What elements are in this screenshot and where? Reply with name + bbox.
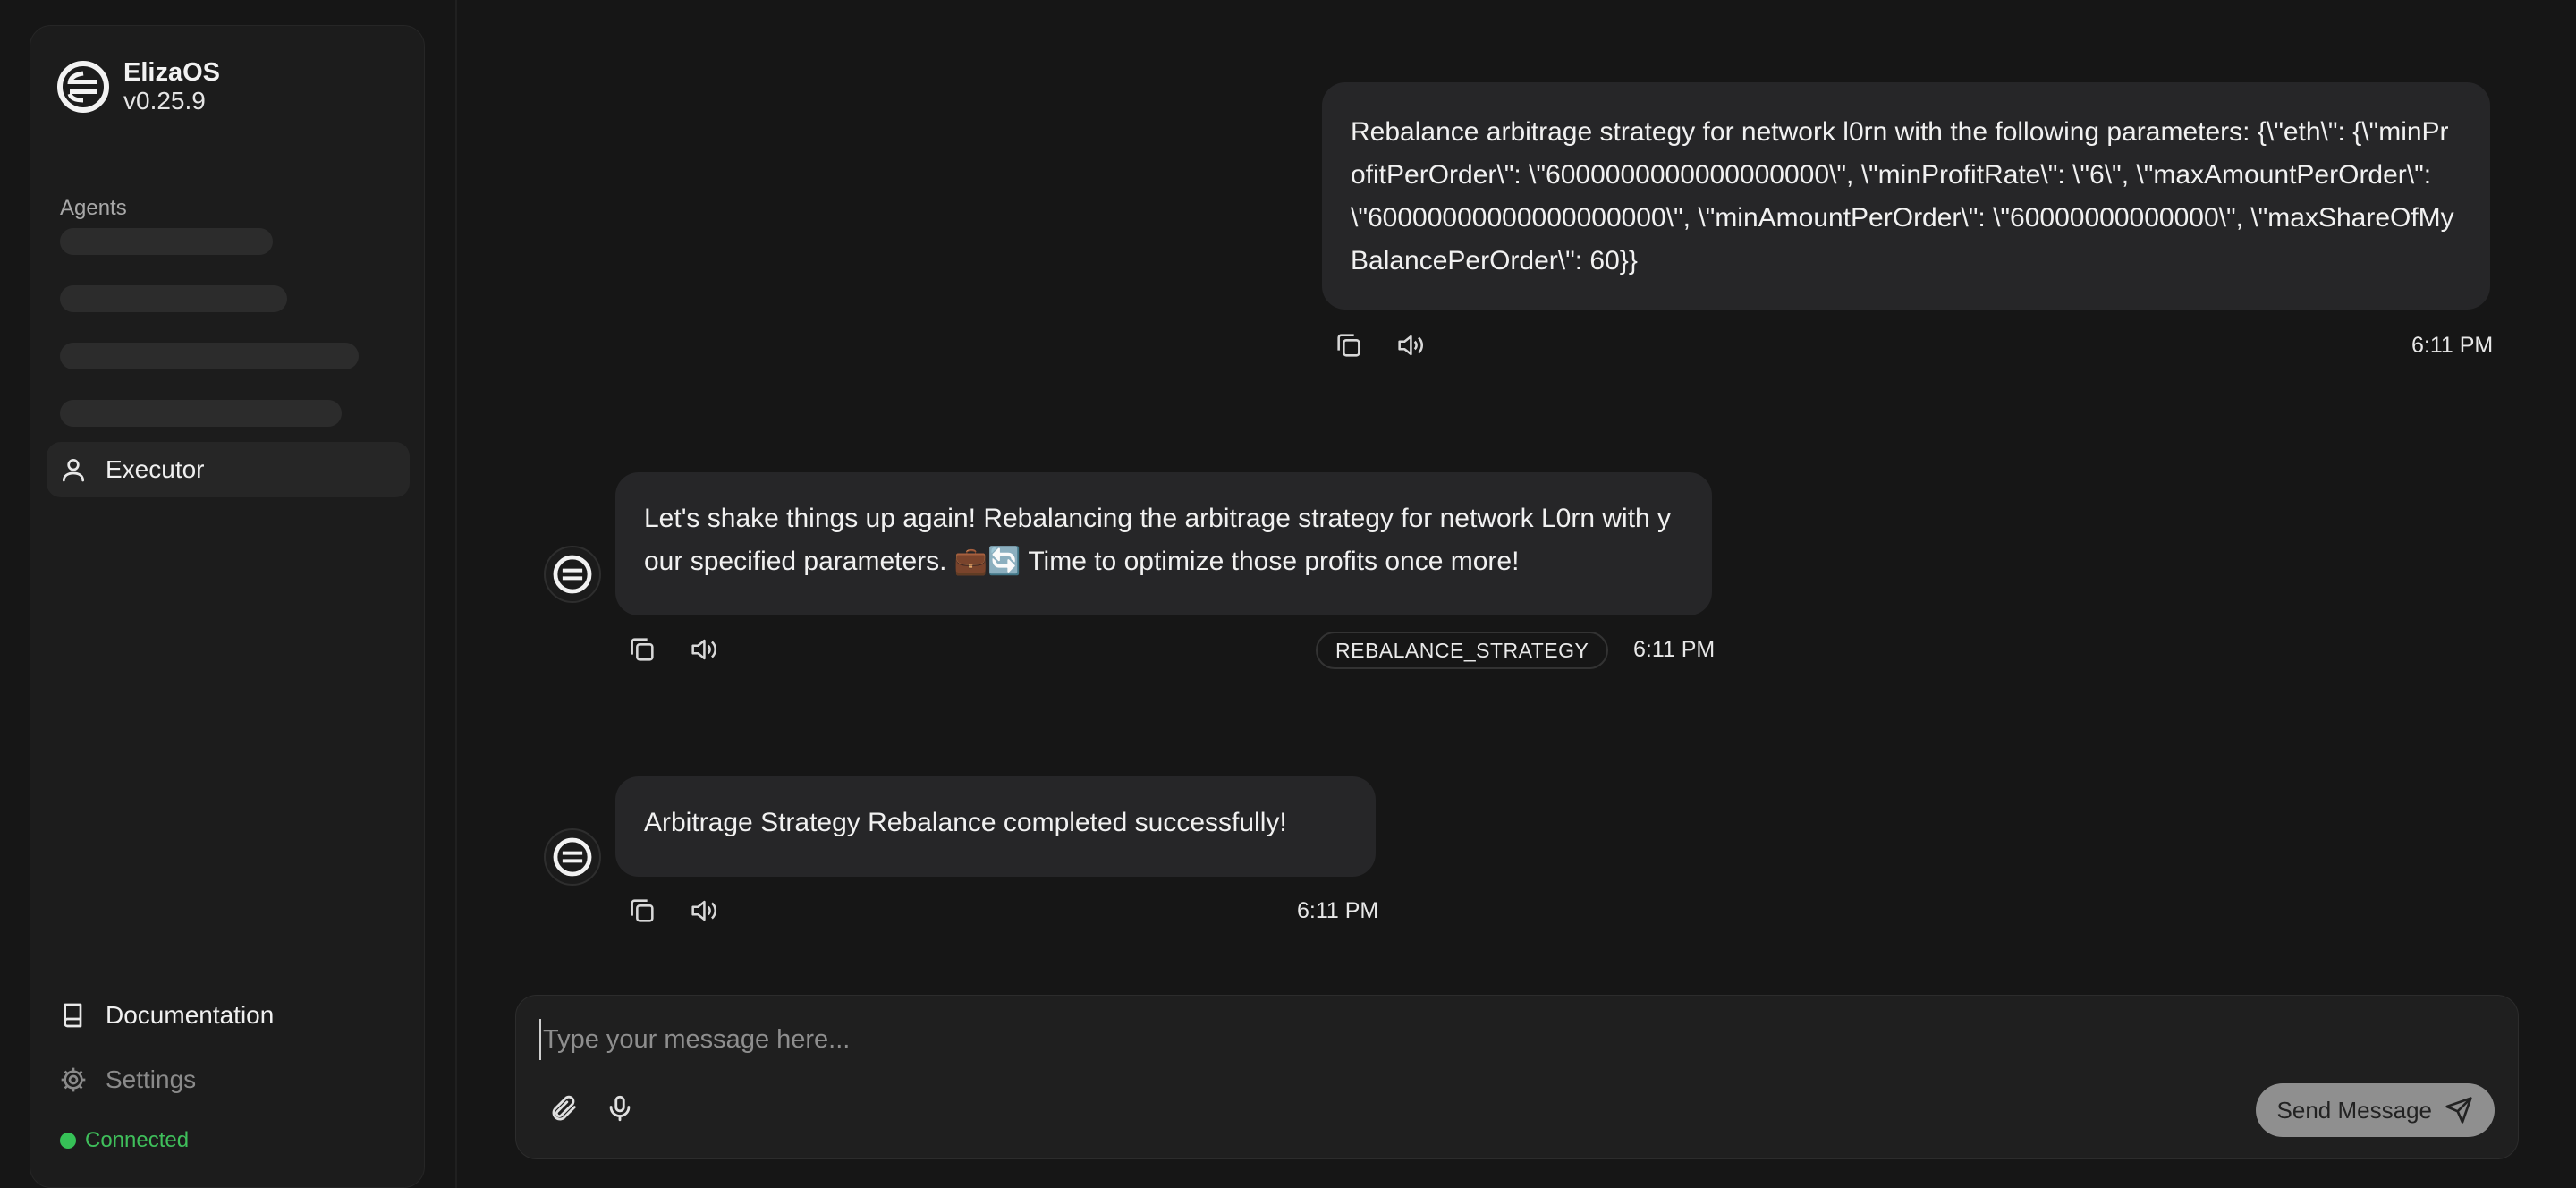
- sidebar-item-label: Documentation: [106, 1001, 275, 1029]
- message-input[interactable]: [539, 1019, 2244, 1060]
- copy-button[interactable]: [1331, 327, 1367, 363]
- agent-skeleton: [60, 285, 287, 312]
- brand-name: ElizaOS: [123, 58, 220, 87]
- agent-message-bubble: Arbitrage Strategy Rebalance completed s…: [615, 776, 1376, 877]
- attach-button[interactable]: [547, 1090, 582, 1126]
- message-timestamp: 6:11 PM: [2411, 333, 2494, 358]
- microphone-button[interactable]: [602, 1090, 638, 1126]
- message-text: Let's shake things up again! Rebalancing…: [644, 504, 1672, 576]
- copy-icon: [1337, 334, 1360, 357]
- eliza-logo-icon: [553, 837, 592, 877]
- eliza-logo-icon: [553, 555, 592, 594]
- agent-skeleton: [60, 228, 273, 255]
- agent-avatar: [544, 828, 601, 886]
- send-message-button[interactable]: Send Message: [2255, 1083, 2495, 1137]
- message-composer: Send Message: [515, 995, 2519, 1159]
- speak-button[interactable]: [685, 632, 721, 667]
- status-label: Connected: [85, 1128, 190, 1152]
- connection-status: Connected: [60, 1128, 189, 1153]
- agent-skeleton: [60, 343, 359, 369]
- sidebar-item-executor[interactable]: Executor: [47, 442, 410, 497]
- speak-button[interactable]: [1392, 327, 1428, 363]
- user-message-bubble: Rebalance arbitrage strategy for network…: [1322, 82, 2490, 310]
- agent-avatar: [544, 546, 601, 603]
- agents-section-label: Agents: [60, 196, 127, 220]
- send-button-label: Send Message: [2276, 1096, 2432, 1124]
- send-icon: [2445, 1097, 2472, 1124]
- book-icon: [64, 1003, 82, 1028]
- speaker-icon: [691, 900, 716, 921]
- agent-message-bubble: Let's shake things up again! Rebalancing…: [615, 472, 1712, 615]
- message-timestamp: 6:11 PM: [1633, 637, 1716, 662]
- message-text: Rebalance arbitrage strategy for network…: [1351, 117, 2454, 276]
- copy-button[interactable]: [624, 632, 660, 667]
- speaker-icon: [691, 639, 716, 660]
- sidebar-item-label: Executor: [106, 455, 205, 483]
- brand-version: v0.25.9: [123, 87, 206, 115]
- sidebar-item-settings[interactable]: Settings: [47, 1052, 410, 1107]
- brand[interactable]: ElizaOS v0.25.9: [57, 58, 220, 115]
- copy-button[interactable]: [624, 893, 660, 929]
- message-text: Arbitrage Strategy Rebalance completed s…: [644, 808, 1287, 837]
- sidebar: ElizaOS v0.25.9 Agents Executor Document…: [30, 25, 425, 1188]
- speak-button[interactable]: [685, 893, 721, 929]
- agent-skeleton: [60, 400, 342, 427]
- speaker-icon: [1398, 335, 1423, 356]
- eliza-logo-icon: [57, 61, 109, 113]
- sidebar-item-label: Settings: [106, 1065, 197, 1093]
- user-icon: [63, 459, 84, 482]
- action-badge: REBALANCE_STRATEGY: [1316, 632, 1609, 669]
- sidebar-item-documentation[interactable]: Documentation: [47, 988, 410, 1043]
- microphone-icon: [609, 1095, 631, 1122]
- paperclip-icon: [552, 1095, 576, 1121]
- sidebar-divider: [455, 0, 457, 1188]
- message-timestamp: 6:11 PM: [1297, 898, 1379, 923]
- copy-icon: [631, 899, 654, 922]
- status-dot-icon: [60, 1133, 76, 1149]
- copy-icon: [631, 638, 654, 661]
- gear-icon: [61, 1067, 86, 1092]
